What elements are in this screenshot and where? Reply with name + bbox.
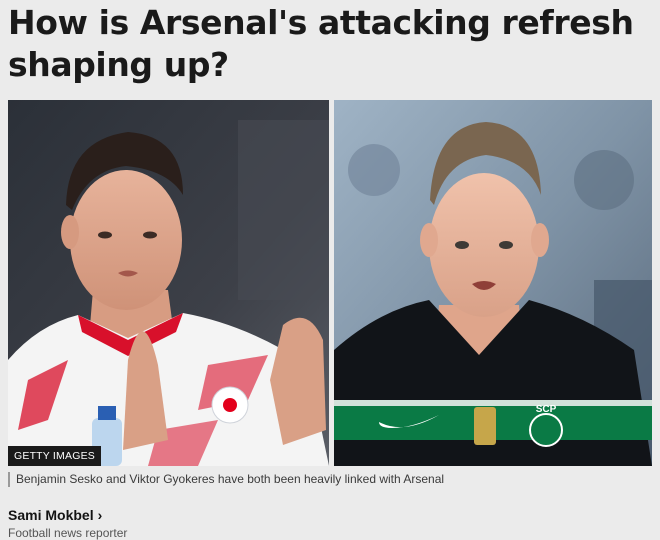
author-link[interactable]: Sami Mokbel ›	[8, 507, 102, 523]
shirt-sponsor-text: SCP	[536, 404, 557, 415]
author-role: Football news reporter	[8, 526, 128, 540]
chevron-right-icon: ›	[97, 507, 103, 523]
article-headline: How is Arsenal's attacking refresh shapi…	[8, 3, 634, 84]
article-hero-image: SCP GETTY IMAGES	[8, 100, 652, 466]
image-credit: GETTY IMAGES	[8, 446, 101, 466]
player-photo-icon: SCP	[334, 100, 652, 466]
player-photo-icon	[8, 100, 329, 466]
image-caption: Benjamin Sesko and Viktor Gyokeres have …	[8, 472, 656, 487]
author-name: Sami Mokbel	[8, 507, 94, 523]
player-photo-left	[8, 100, 329, 466]
player-photo-right: SCP	[334, 100, 652, 466]
